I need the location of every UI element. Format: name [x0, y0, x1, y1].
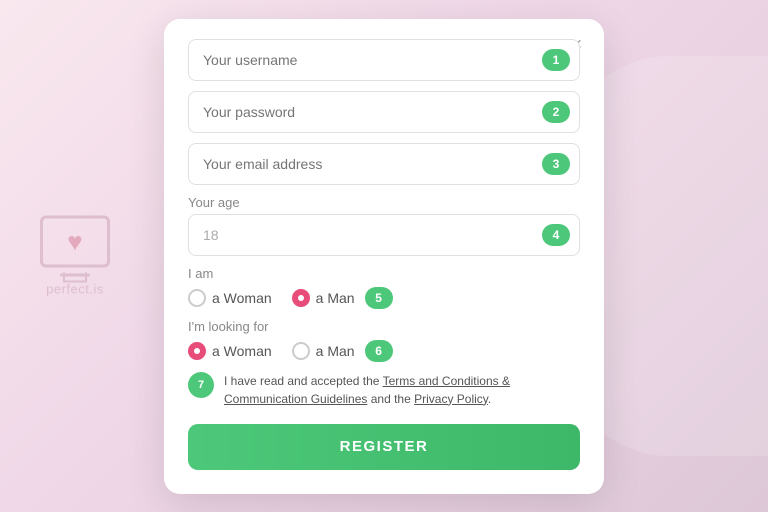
step-6-badge: 6	[365, 340, 393, 362]
step-3-badge: 3	[542, 153, 570, 175]
looking-for-woman-radio[interactable]	[188, 342, 206, 360]
step-1-badge: 1	[542, 49, 570, 71]
i-am-label: I am	[188, 266, 580, 281]
username-input[interactable]	[188, 39, 580, 81]
email-row: 3	[188, 143, 580, 185]
password-input[interactable]	[188, 91, 580, 133]
terms-row: 7 I have read and accepted the Terms and…	[188, 372, 580, 408]
i-am-man-radio[interactable]	[292, 289, 310, 307]
looking-for-options: a Woman a Man	[188, 342, 355, 360]
step-2-badge: 2	[542, 101, 570, 123]
looking-for-man-radio[interactable]	[292, 342, 310, 360]
terms-middle-text: and the	[367, 392, 414, 406]
watermark-logo: ♥ perfect.is	[40, 216, 110, 297]
age-row: 4	[188, 214, 580, 256]
register-button[interactable]: REGISTER	[188, 424, 580, 470]
i-am-options-row: a Woman a Man 5	[188, 287, 580, 309]
i-am-section: I am a Woman a Man 5	[188, 266, 580, 309]
age-label: Your age	[188, 195, 580, 210]
i-am-man-option[interactable]: a Man	[292, 289, 355, 307]
looking-for-woman-option[interactable]: a Woman	[188, 342, 272, 360]
username-row: 1	[188, 39, 580, 81]
terms-text: I have read and accepted the Terms and C…	[224, 372, 580, 408]
looking-for-man-option[interactable]: a Man	[292, 342, 355, 360]
looking-for-woman-label: a Woman	[212, 343, 272, 359]
watermark-text: perfect.is	[46, 282, 104, 297]
step-5-badge: 5	[365, 287, 393, 309]
i-am-woman-label: a Woman	[212, 290, 272, 306]
step-7-badge: 7	[198, 379, 204, 391]
email-input[interactable]	[188, 143, 580, 185]
terms-before-text: I have read and accepted the	[224, 374, 383, 388]
privacy-link[interactable]: Privacy Policy	[414, 392, 488, 406]
step-4-badge: 4	[542, 224, 570, 246]
i-am-options: a Woman a Man	[188, 289, 355, 307]
looking-for-section: I'm looking for a Woman a Man 6	[188, 319, 580, 362]
age-section: Your age 4	[188, 195, 580, 256]
age-input[interactable]	[188, 214, 580, 256]
terms-after-text: .	[488, 392, 491, 406]
monitor-icon: ♥	[40, 216, 110, 268]
password-row: 2	[188, 91, 580, 133]
i-am-woman-option[interactable]: a Woman	[188, 289, 272, 307]
heart-icon: ♥	[67, 229, 82, 255]
looking-for-man-label: a Man	[316, 343, 355, 359]
looking-for-label: I'm looking for	[188, 319, 580, 334]
looking-for-options-row: a Woman a Man 6	[188, 340, 580, 362]
i-am-man-label: a Man	[316, 290, 355, 306]
registration-modal: × 1 2 3 Your age 4 I am a Woman	[164, 19, 604, 494]
i-am-woman-radio[interactable]	[188, 289, 206, 307]
terms-checkbox[interactable]: 7	[188, 372, 214, 398]
